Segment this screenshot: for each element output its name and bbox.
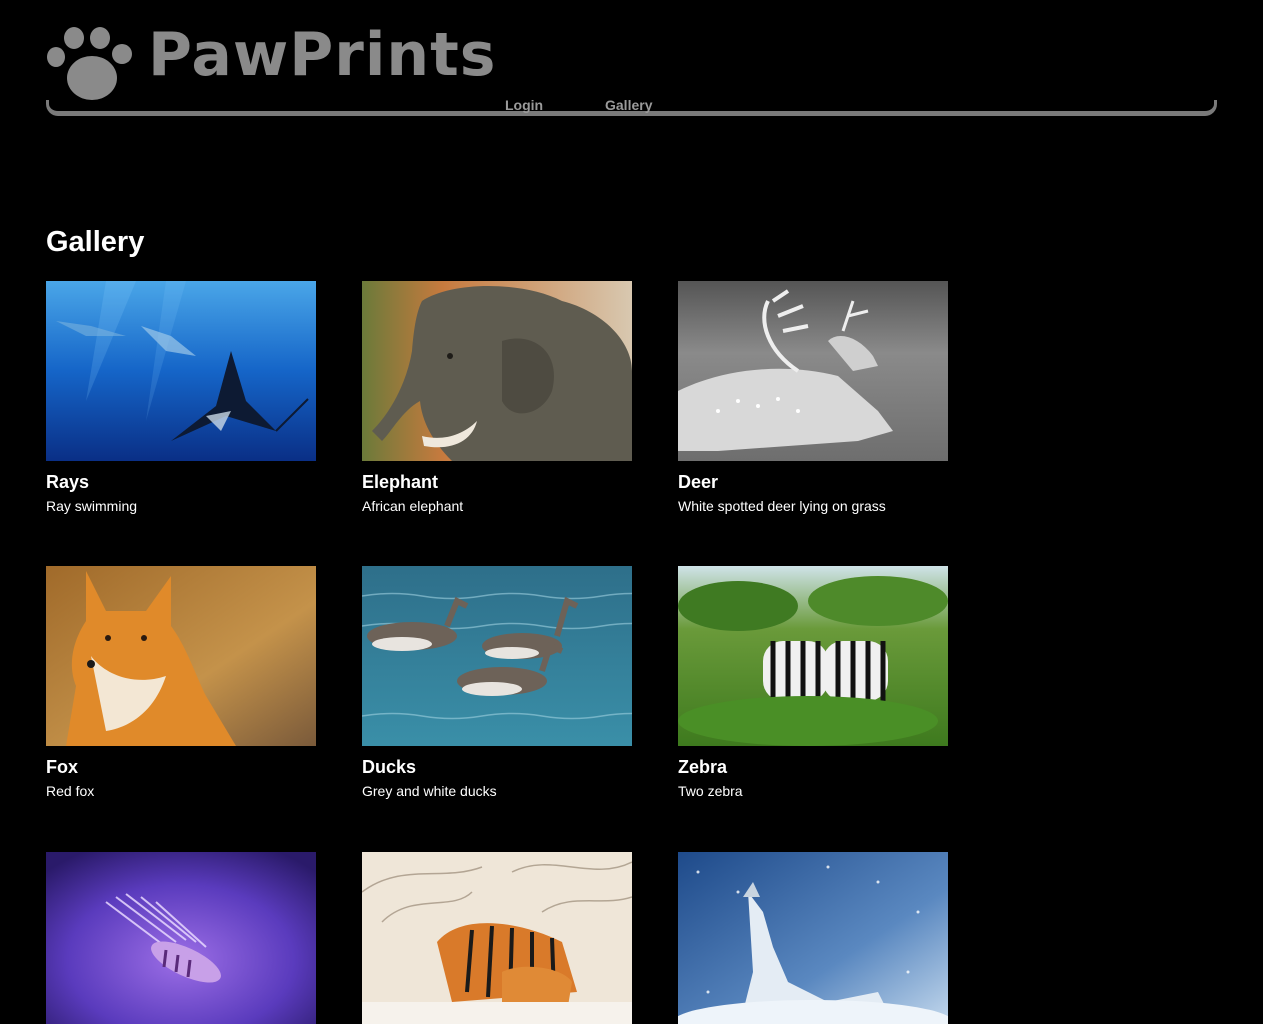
gallery-image-deer[interactable] (678, 281, 948, 461)
gallery-card-ducks[interactable]: Ducks Grey and white ducks (362, 566, 632, 799)
card-title: Zebra (678, 757, 728, 777)
gallery-card-zebra[interactable]: Zebra Two zebra (678, 566, 948, 799)
gallery-card-wolf[interactable] (678, 852, 948, 1024)
site-header: PawPrints Login Gallery (46, 20, 1217, 120)
gallery-image-elephant[interactable] (362, 281, 632, 461)
site-logo[interactable]: PawPrints (46, 22, 497, 100)
page-title: Gallery (46, 226, 145, 258)
card-description: Two zebra (678, 783, 743, 799)
card-title: Elephant (362, 472, 439, 492)
card-description: White spotted deer lying on grass (678, 498, 886, 514)
gallery-card-tigers[interactable] (362, 852, 632, 1024)
paw-icon (47, 27, 132, 100)
page: PawPrints Login Gallery Gallery Rays Ray… (0, 0, 1263, 1024)
gallery-card-elephant[interactable]: Elephant African elephant (362, 281, 632, 514)
gallery-card-fox[interactable]: Fox Red fox (46, 566, 316, 799)
brand-name: PawPrints (148, 20, 497, 90)
card-description: Ray swimming (46, 498, 138, 514)
nav-gallery-link[interactable]: Gallery (605, 97, 652, 113)
nav-login-link[interactable]: Login (505, 97, 543, 113)
card-title: Fox (46, 757, 79, 777)
gallery-image-zebra[interactable] (678, 566, 948, 746)
gallery-image-ducks[interactable] (362, 566, 632, 746)
card-description: Red fox (46, 783, 95, 799)
card-title: Ducks (362, 757, 417, 777)
gallery-image-tigers[interactable] (362, 852, 632, 1024)
gallery-card-rays[interactable]: Rays Ray swimming (46, 281, 316, 514)
gallery-card-lionfish[interactable] (46, 852, 316, 1024)
gallery-image-rays[interactable] (46, 281, 316, 461)
gallery-image-wolf[interactable] (678, 852, 948, 1024)
gallery-card-deer[interactable]: Deer White spotted deer lying on grass (678, 281, 948, 514)
card-description: African elephant (362, 498, 464, 514)
card-title: Deer (678, 472, 719, 492)
card-description: Grey and white ducks (362, 783, 497, 799)
gallery-image-lionfish[interactable] (46, 852, 316, 1024)
card-title: Rays (46, 472, 90, 492)
gallery-image-fox[interactable] (46, 566, 316, 746)
